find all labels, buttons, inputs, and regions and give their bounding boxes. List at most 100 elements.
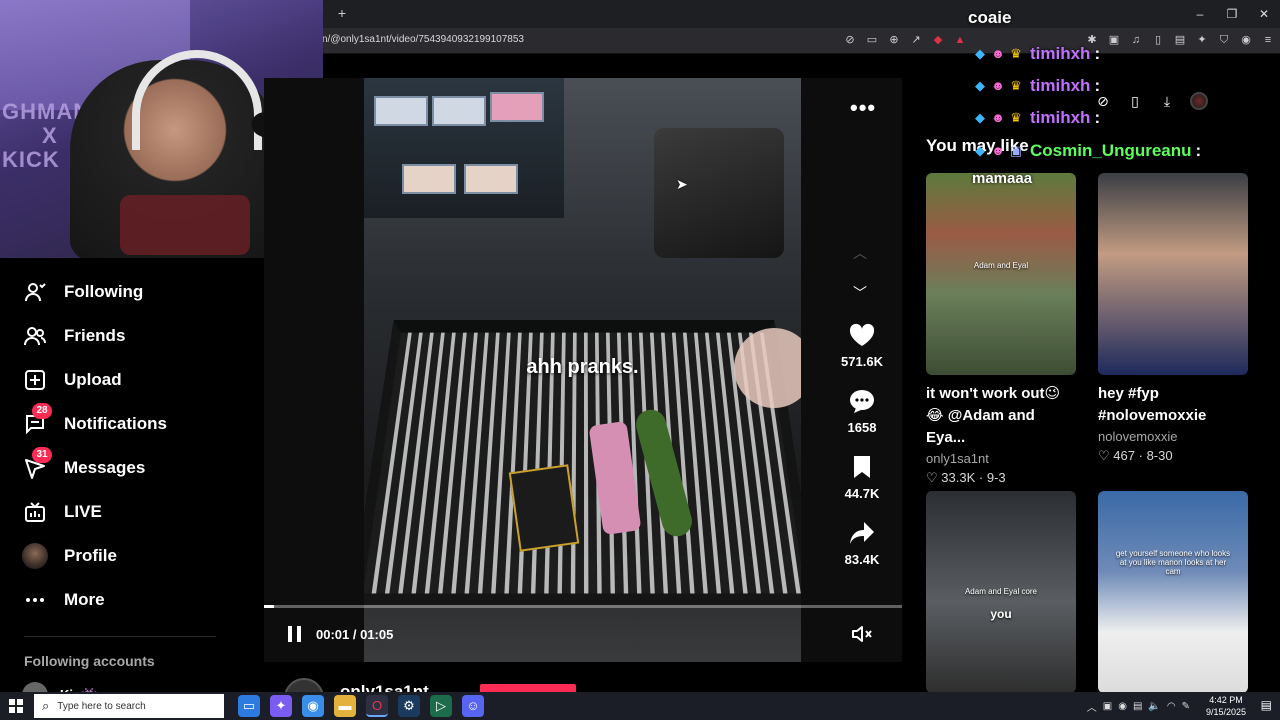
vpn-icon[interactable]: ⛉ [1216,32,1232,48]
upload-icon [22,367,48,393]
sidebar-item-upload[interactable]: Upload [22,364,122,396]
video-frame[interactable]: ahh pranks. [364,78,801,662]
sidebar-item-notifications[interactable]: 28 Notifications [22,403,167,440]
video-thumbnail[interactable]: Adam and Eyal core you [926,491,1076,693]
sidebar-item-friends[interactable]: Friends [22,320,125,352]
music-icon[interactable]: ♫ [1128,32,1144,48]
chrome-icon[interactable]: ◉ [302,695,324,717]
separator-dot: · [1138,448,1143,463]
pause-button[interactable] [286,624,306,644]
mobile-icon[interactable]: ▯ [1126,92,1144,110]
gem-badge-icon: ◆ [975,78,985,93]
heart-icon [832,322,892,352]
restore-button[interactable]: ❐ [1216,0,1248,28]
mint-tin [490,92,544,122]
opera-browser-icon[interactable]: O [366,695,388,717]
volume-tray-icon[interactable]: 🔈 [1148,701,1160,712]
tray-chevron-icon[interactable]: ︿ [1087,699,1097,714]
copilot-icon[interactable]: ✦ [270,695,292,717]
sidebar-item-live[interactable]: LIVE [22,496,102,528]
window-controls: – ❐ ✕ [1184,0,1280,28]
download-icon[interactable]: ⤓ [1158,92,1176,110]
recommended-video-card[interactable]: hey #fyp #nolovemoxxie nolovemoxxie ♡ 46… [1098,173,1248,464]
warning-extension-icon[interactable]: ▲ [952,32,968,48]
mint-tin [432,96,486,126]
minimize-button[interactable]: – [1184,0,1216,28]
card-description-line: 😂 @Adam and Eya... [926,407,1035,446]
comment-button[interactable]: 1658 [832,388,892,435]
windows-start-icon[interactable] [0,692,32,720]
sidebar-item-label: LIVE [64,502,102,521]
notification-center-icon[interactable]: ▤ [1261,698,1272,712]
pen-icon[interactable]: ✎ [1182,701,1190,712]
card-author[interactable]: only1sa1nt [926,451,1076,466]
video-thumbnail[interactable]: get yourself someone who looks at you li… [1098,491,1248,693]
wallet-icon[interactable]: ▤ [1172,32,1188,48]
more-icon [22,587,48,613]
sidebar-item-messages[interactable]: 31 Messages [22,447,145,484]
profile-avatar [22,543,48,569]
gem-badge-icon: ◆ [975,143,985,158]
tray-app-icon[interactable]: ▣ [1103,701,1112,712]
share-count: 83.4K [844,552,880,567]
recommended-video-card[interactable]: Adam and Eyal it won't work out😉 😂 @Adam… [926,173,1076,486]
like-button[interactable]: 571.6K [832,322,892,369]
profile-extension-icon[interactable]: ◉ [1238,32,1254,48]
progress-bar[interactable] [264,605,902,608]
new-tab-button[interactable]: + [334,5,350,21]
recommended-video-card[interactable]: Adam and Eyal core you [926,491,1076,693]
extension-icon[interactable]: ✦ [1194,32,1210,48]
share-button[interactable]: 83.4K [832,520,892,567]
video-thumbnail[interactable] [1098,173,1248,375]
card-author[interactable]: nolovemoxxie [1098,429,1248,444]
menu-icon[interactable]: ≡ [1260,32,1276,48]
sidebar-item-more[interactable]: More [22,584,105,616]
shield-extension-icon[interactable]: ◆ [930,32,946,48]
sidebar-divider [24,636,216,637]
sidebar-item-following[interactable]: Following [22,276,143,308]
video-thumbnail[interactable]: Adam and Eyal [926,173,1076,375]
crown-badge-icon: ♛ [1010,78,1022,93]
terminal-icon[interactable]: ▷ [430,695,452,717]
taskbar-clock[interactable]: 4:42 PM 9/15/2025 [1206,694,1246,718]
wifi-icon[interactable]: ◠ [1167,701,1176,712]
url-text[interactable]: n/@only1sa1nt/video/7543940932199107853 [322,34,524,45]
network-icon[interactable]: ▤ [1133,701,1142,712]
tab-search-icon[interactable]: ▣ [1106,32,1122,48]
close-button[interactable]: ✕ [1248,0,1280,28]
separator-dot: · [978,470,984,485]
bot-badge-icon: ▣ [1009,143,1023,158]
mint-tin [464,164,518,194]
robot-badge-icon: ☻ [991,143,1005,158]
chevron-up-icon[interactable]: ︿ [853,243,867,263]
chat-username: timihxh [1030,76,1091,95]
avatar[interactable] [1190,92,1208,110]
like-count: 571.6K [841,354,883,369]
mouse-cursor-icon: ➤ [676,176,688,192]
chevron-down-icon[interactable]: ﹀ [853,283,867,303]
save-button[interactable]: 44.7K [832,454,892,501]
steam-icon[interactable]: ⚙ [398,695,420,717]
card-stats: ♡ 33.3K · 9-3 [926,470,1076,486]
card-description-line: hey #fyp [1098,385,1159,402]
recommended-video-card[interactable]: get yourself someone who looks at you li… [1098,491,1248,693]
file-explorer-icon[interactable]: ▬ [334,695,356,717]
task-view-icon[interactable]: ▭ [238,695,260,717]
sidebar-icon[interactable]: ▯ [1150,32,1166,48]
tray-app-icon[interactable]: ◉ [1118,701,1127,712]
thumbnail-overlay-text: you [990,607,1012,621]
cast-icon[interactable]: ▭ [864,32,880,48]
more-options-icon[interactable]: ••• [850,95,876,121]
volume-icon[interactable] [850,624,874,644]
zoom-icon[interactable]: ⊕ [886,32,902,48]
extension-icons: ✱ ▣ ♫ ▯ ▤ ✦ ⛉ ◉ ≡ [1084,32,1276,48]
chat-separator: : [1094,44,1101,63]
share-icon[interactable]: ↗ [908,32,924,48]
tracking-icon[interactable]: ⊘ [842,32,858,48]
discord-icon[interactable]: ☺ [462,695,484,717]
sidebar-item-profile[interactable]: Profile [22,540,117,572]
chat-line: ◆ ☻ ♛ timihxh : [972,108,1100,128]
card-date: 8-30 [1146,448,1173,463]
taskbar-search-input[interactable]: ⌕ Type here to search [34,694,224,718]
video-player[interactable]: ahh pranks. 00:01 / 01:05 [264,78,902,662]
